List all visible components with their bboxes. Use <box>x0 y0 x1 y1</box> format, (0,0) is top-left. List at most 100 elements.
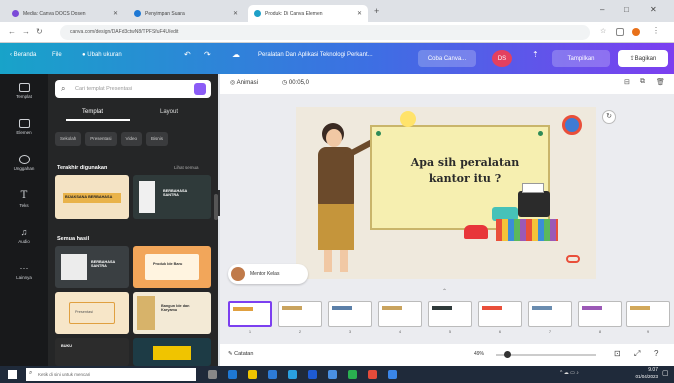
edge-icon[interactable] <box>228 370 237 379</box>
help-icon[interactable]: ? <box>654 349 658 358</box>
page-thumb[interactable] <box>328 301 372 327</box>
tray-icons[interactable]: ^ ☁ ▭ ♪ <box>560 370 579 376</box>
browser-tab-3[interactable]: Produk: Di Canva Elemen ✕ <box>248 5 368 22</box>
os-taskbar: ⌕ Ketik di sini untuk mencari ^ ☁ ▭ ♪ 9.… <box>0 366 674 383</box>
template-search-input[interactable]: ⌕ Cari templat Presentasi <box>55 80 211 98</box>
extensions-icon[interactable] <box>616 28 624 36</box>
close-window-icon[interactable]: ✕ <box>650 5 657 14</box>
resize-button[interactable]: ● Ubah ukuran <box>82 52 122 58</box>
template-thumb[interactable]: Bangun Ide dan Karyamu <box>133 292 211 334</box>
rail-item-more[interactable]: ··· Lainnya <box>0 254 48 288</box>
file-explorer-icon[interactable] <box>248 370 257 379</box>
chip-school[interactable]: Sekolah <box>55 132 82 146</box>
notes-button[interactable]: ✎ Catatan <box>228 351 253 357</box>
lock-icon[interactable]: ⊟ <box>624 78 630 86</box>
slide-canvas[interactable]: Apa sih peralatan kantor itu ? <box>296 107 596 279</box>
grid-view-icon[interactable]: ⊡ <box>614 349 621 358</box>
tab-templates[interactable]: Templat <box>82 109 103 115</box>
page-thumb[interactable] <box>478 301 522 327</box>
forward-icon[interactable]: → <box>22 27 30 36</box>
zoom-level: 49% <box>474 351 485 357</box>
chip-presentation[interactable]: Presentasi <box>85 132 117 146</box>
new-tab-icon[interactable]: + <box>374 6 379 16</box>
menu-kebab-icon[interactable]: ⋮ <box>652 26 660 35</box>
store-icon[interactable] <box>288 370 297 379</box>
thumb-caption: Produk Ide Baru <box>153 262 183 266</box>
page-thumb[interactable] <box>228 301 272 327</box>
animate-button[interactable]: ◎ Animasi <box>230 79 258 86</box>
taskbar-search[interactable]: ⌕ Ketik di sini untuk mencari <box>26 368 196 381</box>
template-thumb[interactable]: BUKU <box>55 338 129 366</box>
file-menu[interactable]: File <box>52 52 62 58</box>
refresh-icon[interactable]: ↻ <box>602 110 616 124</box>
template-thumb[interactable]: BERBAHASA SANTRA <box>133 175 211 219</box>
minimize-icon[interactable]: – <box>600 5 604 14</box>
maximize-icon[interactable]: □ <box>624 5 629 14</box>
duplicate-icon[interactable]: ⧉ <box>640 78 645 86</box>
template-thumb[interactable]: BERBAHASA SANTRA <box>55 246 129 288</box>
chip-business[interactable]: Bisnis <box>145 132 168 146</box>
rail-item-audio[interactable]: ♫ Audio <box>0 218 48 252</box>
fullscreen-icon[interactable]: ⤢ <box>634 349 640 359</box>
template-thumb[interactable]: BIJAKSANA BERBAHASA <box>55 175 129 219</box>
close-tab-icon[interactable]: ✕ <box>357 10 362 17</box>
chip-video[interactable]: Video <box>120 132 142 146</box>
redo-icon[interactable]: ↷ <box>204 50 211 59</box>
zoom-slider[interactable] <box>496 351 596 358</box>
task-view-icon[interactable] <box>208 370 217 379</box>
back-icon[interactable]: ← <box>8 27 16 36</box>
browser-tab-2[interactable]: Penyimpan Suara ✕ <box>128 5 244 22</box>
template-thumb[interactable] <box>133 338 211 366</box>
close-tab-icon[interactable]: ✕ <box>233 10 238 17</box>
home-button[interactable]: ‹ Beranda <box>10 52 36 58</box>
rail-item-text[interactable]: T Teks <box>0 182 48 216</box>
url-field[interactable]: canva.com/design/DAFd3ctwN8/TPFSfuF4U/ed… <box>60 25 590 40</box>
browser-tab-1[interactable]: Media: Canva DOCS Dosen ✕ <box>6 5 124 22</box>
thumb-caption: Presentasi <box>75 310 93 314</box>
chrome-icon[interactable] <box>368 370 377 379</box>
analytics-icon[interactable]: ⇡ <box>532 50 539 59</box>
close-tab-icon[interactable]: ✕ <box>113 10 118 17</box>
undo-icon[interactable]: ↶ <box>184 50 191 59</box>
notifications-icon[interactable]: ▢ <box>662 369 669 377</box>
mail-icon[interactable] <box>268 370 277 379</box>
page-thumb[interactable] <box>278 301 322 327</box>
tab-layout[interactable]: Layout <box>160 109 178 115</box>
rail-item-elements[interactable]: Elemen <box>0 110 48 144</box>
word-icon[interactable] <box>308 370 317 379</box>
pin-icon <box>376 131 381 136</box>
user-avatar[interactable]: DS <box>492 50 512 67</box>
clock-date: 01/04/2023 <box>635 374 658 379</box>
page-thumb[interactable] <box>528 301 572 327</box>
browser-tab-bar: Media: Canva DOCS Dosen ✕ Penyimpan Suar… <box>0 0 674 22</box>
page-thumb[interactable] <box>578 301 622 327</box>
page-strip: 1 2 3 4 5 6 7 8 9 <box>220 296 674 340</box>
show-pages-icon[interactable]: ⌃ <box>442 288 447 295</box>
start-icon[interactable] <box>8 370 17 379</box>
reload-icon[interactable]: ↻ <box>36 27 43 36</box>
browser-icon[interactable] <box>328 370 337 379</box>
document-title[interactable]: Peralatan Dan Aplikasi Teknologi Perkant… <box>258 52 373 58</box>
page-thumb[interactable] <box>428 301 472 327</box>
template-thumb[interactable]: Produk Ide Baru <box>133 246 211 288</box>
app-icon[interactable] <box>388 370 397 379</box>
trash-icon[interactable]: 🗑 <box>656 78 665 86</box>
profile-avatar[interactable] <box>632 28 640 36</box>
app-icon[interactable] <box>348 370 357 379</box>
more-icon: ··· <box>19 262 29 273</box>
template-thumb[interactable]: Presentasi <box>55 292 129 334</box>
duration-button[interactable]: ◷ 00:05,0 <box>282 79 309 86</box>
star-icon[interactable]: ☆ <box>600 27 606 35</box>
slide-title[interactable]: Apa sih peralatan kantor itu ? <box>390 155 540 187</box>
page-thumb[interactable] <box>378 301 422 327</box>
rail-item-uploads[interactable]: Unggahan <box>0 146 48 180</box>
see-all-link[interactable]: Lihat semua <box>174 165 199 170</box>
filter-icon[interactable] <box>194 83 206 95</box>
presenter-chip[interactable]: Mentor Kelas <box>228 264 308 284</box>
present-button[interactable]: Tampilkan <box>552 50 610 67</box>
zoom-slider-thumb[interactable] <box>504 351 511 358</box>
try-pro-button[interactable]: Coba Canva... <box>418 50 476 67</box>
share-button[interactable]: ⇪ Bagikan <box>618 50 668 67</box>
page-thumb[interactable] <box>626 301 670 327</box>
rail-item-templates[interactable]: Templat <box>0 74 48 108</box>
